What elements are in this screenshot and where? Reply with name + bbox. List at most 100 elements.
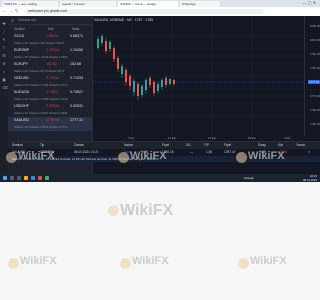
symbol-row[interactable]: NZDUSD 0.71315 0.71333 Sabton 14 Yüksek … xyxy=(8,75,92,89)
trade-sl: — xyxy=(190,150,194,154)
symbol-bid: 0.92618 xyxy=(46,104,59,108)
text-icon[interactable]: T xyxy=(2,46,6,50)
symbol-ask: 1777.31 xyxy=(70,118,83,122)
market-watch-header: Sembol Alış Satış xyxy=(8,26,92,32)
symbol-name: GOLD xyxy=(14,34,25,38)
symbol-name: USDCHF xyxy=(14,104,29,108)
symbol-ask: 0.71333 xyxy=(70,76,83,80)
symbol-details: Sabton 12 Yüksek 0.9262 Düşük 0.9251 xyxy=(14,111,68,115)
time-label: 21 Eyl xyxy=(208,136,216,140)
watermark: WikiFX xyxy=(18,150,55,162)
symbol-row[interactable]: EURJPY 152.62 152.68 Sabton 20 Yüksek 15… xyxy=(8,61,92,75)
symbol-row[interactable]: USDCHF 0.92618 0.92631 Sabton 12 Yüksek … xyxy=(8,103,92,117)
col-bid: Alış xyxy=(48,27,54,31)
symbol-row-selected[interactable]: XAUUSD 1776.99 1777.31 Sabton 32 Yüksek … xyxy=(8,117,92,131)
lock-icon[interactable]: ▣ xyxy=(2,78,6,82)
symbol-details: Sabton 14 Yüksek 0.7134 Düşük 0.7124 xyxy=(14,83,68,87)
time-label: 7 Eyl xyxy=(128,136,135,140)
trash-icon[interactable]: ⌫ xyxy=(2,86,8,90)
address-bar[interactable]: webtrader.pro-gtrade.com xyxy=(24,9,264,14)
th-current-price: Fiyat xyxy=(224,143,231,147)
candles xyxy=(97,34,175,100)
price-label: 1800.00 xyxy=(309,38,320,42)
trade-time: 08.10.2021 10:21 xyxy=(74,150,99,154)
th-ticket: Tip xyxy=(40,143,45,147)
col-symbol: Sembol xyxy=(14,27,25,31)
price-label: 1768.00 xyxy=(309,108,320,112)
symbol-ask: 1.15450 xyxy=(70,48,83,52)
back-icon[interactable]: ← xyxy=(3,8,7,13)
th-price: Fiyat xyxy=(162,143,169,147)
window-controls[interactable]: — ▢ ✕ xyxy=(303,0,316,5)
th-profit: Kâr xyxy=(278,143,283,147)
start-icon[interactable] xyxy=(3,176,7,180)
symbol-name: EURGBP xyxy=(14,48,30,52)
watermark-logo xyxy=(108,205,119,216)
symbol-name: XAUUSD xyxy=(14,118,29,122)
symbol-row[interactable]: AUDUSD 0.74517 0.74527 Sabton 16 Yüksek … xyxy=(8,89,92,103)
close-trade-icon[interactable]: ✕ xyxy=(308,150,311,154)
price-label: 1760.00 xyxy=(309,122,320,126)
trade-tp: 1,00 xyxy=(206,150,213,154)
watermark: WikiFX xyxy=(120,202,174,219)
forward-icon[interactable]: → xyxy=(9,8,13,13)
zoom-icon[interactable]: ⊕ xyxy=(2,62,6,66)
symbol-details: Sabton 16 Yüksek 0.7453 Düşük 0.7436 xyxy=(14,97,68,101)
symbol-details: Sabton 32 Yüksek 1778.4 Düşük 1770.1 xyxy=(14,125,68,129)
symbol-details: Sabton 15 Yüksek 0.86 Düşük 0.8621 xyxy=(14,41,65,45)
app-icon[interactable] xyxy=(38,176,42,180)
watermark-logo xyxy=(6,152,17,163)
browser-tab-bar: TORA FX — acc. trading Ayarlar / Kurulum… xyxy=(0,0,320,7)
symbol-ask: 0.74527 xyxy=(70,90,83,94)
task-view-icon[interactable] xyxy=(17,176,21,180)
watermark: WikiFX xyxy=(130,150,167,162)
file-explorer-icon[interactable] xyxy=(24,176,28,180)
price-label: 1792.00 xyxy=(309,52,320,56)
price-label: 1776.00 xyxy=(309,94,320,98)
watermark: WikiFX xyxy=(20,255,57,267)
th-sl: S/L xyxy=(186,143,191,147)
symbol-bid: 1.86413 xyxy=(46,34,59,38)
symbol-row[interactable]: EURGBP 1.15414 1.15450 Sabton 15 Yüksek … xyxy=(8,47,92,61)
measure-icon[interactable]: ⊞ xyxy=(2,54,6,58)
watermark-logo xyxy=(236,152,247,163)
search-taskbar-icon[interactable] xyxy=(10,176,14,180)
time-label: 14 Eyl xyxy=(168,136,176,140)
edge-icon[interactable] xyxy=(31,176,35,180)
price-label: 1808.00 xyxy=(309,24,320,28)
symbol-ask: 0.86371 xyxy=(70,34,83,38)
th-comment: Yorum xyxy=(296,143,306,147)
search-placeholder: Sembol ara xyxy=(18,18,37,22)
price-chart[interactable]: XAUUSD, M0N0ME · M1 · 1787 · 1785 xyxy=(92,16,304,136)
symbol-search-input[interactable]: ⚲ Sembol ara xyxy=(8,16,92,25)
watermark: WikiFX xyxy=(250,255,287,267)
brush-icon[interactable]: ✎ xyxy=(2,38,6,42)
reload-icon[interactable]: ↻ xyxy=(15,8,18,13)
clock-date: 08.10.2021 xyxy=(303,178,317,182)
symbol-row[interactable]: GOLD 1.86413 0.86371 Sabton 15 Yüksek 0.… xyxy=(8,33,92,47)
symbol-bid: 1776.99 xyxy=(46,118,59,122)
price-axis[interactable]: 1808.00 1800.00 1792.00 1784.00 1776.00 … xyxy=(304,16,320,136)
symbol-bid: 1.15414 xyxy=(46,48,59,52)
th-symbol: Sembol xyxy=(12,143,23,147)
cursor-icon[interactable]: ✚ xyxy=(2,22,6,26)
chrome-icon[interactable] xyxy=(45,176,49,180)
th-tp: T/P xyxy=(204,143,209,147)
trendline-icon[interactable]: ⟋ xyxy=(2,30,6,34)
symbol-ask: 0.92631 xyxy=(70,104,83,108)
symbol-bid: 0.74517 xyxy=(46,90,59,94)
candlestick-svg xyxy=(92,16,304,136)
time-label: 29 Eyl xyxy=(248,136,256,140)
watermark: WikiFX xyxy=(248,150,285,162)
system-clock[interactable]: 10:15 08.10.2021 xyxy=(303,174,317,182)
magnet-icon[interactable]: ∩ xyxy=(2,70,6,74)
watermark-logo xyxy=(8,258,19,269)
symbol-ask: 152.68 xyxy=(70,62,81,66)
th-volume: Hacim xyxy=(124,143,134,147)
symbol-bid: 0.71315 xyxy=(46,76,59,80)
col-ask: Satış xyxy=(72,27,80,31)
weather-label[interactable]: Güneşli xyxy=(244,176,253,180)
symbol-bid: 152.62 xyxy=(46,62,57,66)
search-icon: ⚲ xyxy=(11,18,14,23)
symbol-details: Sabton 20 Yüksek 152.8 Düşük 152.3 xyxy=(14,69,65,73)
